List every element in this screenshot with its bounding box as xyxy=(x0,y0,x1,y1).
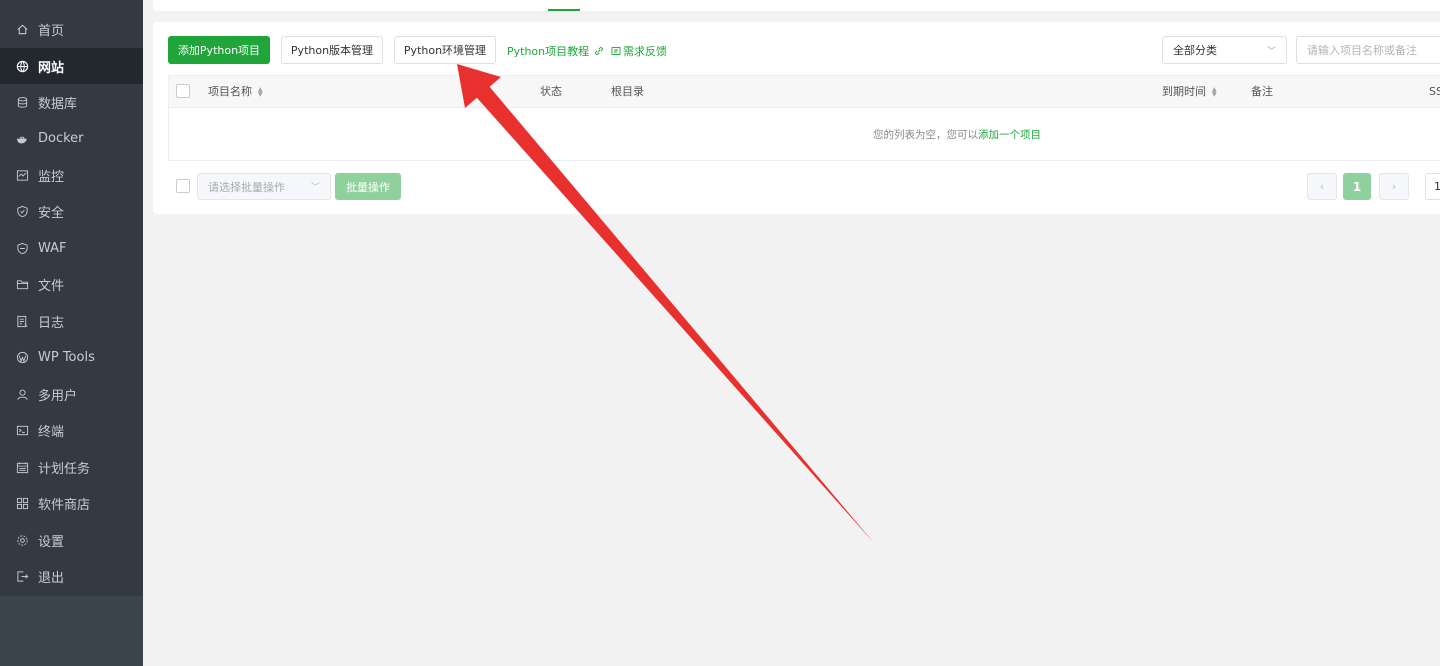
page-size-select[interactable]: 1 xyxy=(1425,173,1440,200)
globe-icon xyxy=(15,59,29,73)
sidebar-item-label: 网站 xyxy=(38,60,65,76)
category-select[interactable]: 全部分类 ﹀ xyxy=(1162,36,1287,64)
sidebar-item-calendar[interactable]: 计划任务 xyxy=(0,449,143,485)
sidebar-item-label: 数据库 xyxy=(38,96,78,112)
sidebar-item-logout[interactable]: 退出 xyxy=(0,558,143,594)
sidebar-item-gear[interactable]: 设置 xyxy=(0,522,143,558)
python-tutorial-link[interactable]: Python项目教程 xyxy=(507,43,604,59)
sort-icon: ▲ ▼ xyxy=(258,86,263,98)
active-tab-indicator xyxy=(548,9,580,11)
batch-operation-select[interactable]: 请选择批量操作 ﹀ xyxy=(197,173,331,200)
category-select-value: 全部分类 xyxy=(1173,44,1217,57)
column-header-root: 根目录 xyxy=(611,76,644,108)
prev-page-button[interactable]: ‹ xyxy=(1307,173,1337,200)
sidebar-item-label: 日志 xyxy=(38,315,65,331)
apps-grid-icon xyxy=(15,496,29,510)
database-icon xyxy=(15,95,29,109)
sidebar-item-terminal[interactable]: 终端 xyxy=(0,412,143,448)
next-page-button[interactable]: › xyxy=(1379,173,1409,200)
sidebar-item-database[interactable]: 数据库 xyxy=(0,84,143,120)
column-status-label: 状态 xyxy=(540,85,562,98)
project-table: 项目名称 ▲ ▼ 状态 根目录 到期时间 ▲ ▼ 备注 SS 您的列表为空，您可以添… xyxy=(168,75,1440,161)
shield-icon xyxy=(15,204,29,218)
sidebar-item-apps-grid[interactable]: 软件商店 xyxy=(0,485,143,521)
select-all-checkbox[interactable] xyxy=(176,84,190,98)
link-icon xyxy=(595,47,603,55)
python-version-manage-button[interactable]: Python版本管理 xyxy=(281,36,383,64)
tutorial-link-label: Python项目教程 xyxy=(507,45,590,58)
users-icon xyxy=(15,387,29,401)
sidebar-item-users[interactable]: 多用户 xyxy=(0,376,143,412)
batch-select-checkbox[interactable] xyxy=(176,179,190,193)
column-header-expire[interactable]: 到期时间 ▲ ▼ xyxy=(1162,76,1217,108)
log-icon xyxy=(15,314,29,328)
sidebar-item-label: WP Tools xyxy=(38,349,95,365)
empty-state: 您的列表为空，您可以 添加一个项目 xyxy=(169,108,1440,160)
waf-shield-icon xyxy=(15,241,29,255)
feedback-icon xyxy=(611,47,621,55)
sidebar-item-label: 计划任务 xyxy=(38,461,91,477)
sidebar-item-label: 监控 xyxy=(38,169,65,185)
sidebar-item-label: 终端 xyxy=(38,424,65,440)
search-input[interactable] xyxy=(1296,36,1440,64)
folder-icon xyxy=(15,277,29,291)
sidebar-item-globe[interactable]: 网站 xyxy=(0,48,143,84)
chevron-down-icon: ﹀ xyxy=(1266,46,1276,57)
top-tab-bar xyxy=(153,0,1440,11)
sort-icon: ▲ ▼ xyxy=(1212,86,1217,98)
feedback-link-label: 需求反馈 xyxy=(623,45,667,58)
sidebar: 首页网站数据库 Docker 监控安全 WAF 文件日志 WP Tools 多用户终端计划任… xyxy=(0,0,143,666)
column-header-name[interactable]: 项目名称 ▲ ▼ xyxy=(208,76,263,108)
sidebar-item-label: 软件商店 xyxy=(38,497,91,513)
feedback-link[interactable]: 需求反馈 xyxy=(611,43,667,59)
column-root-label: 根目录 xyxy=(611,85,644,98)
sidebar-item-monitor[interactable]: 监控 xyxy=(0,157,143,193)
sidebar-item-wordpress[interactable]: WP Tools xyxy=(0,339,143,375)
sidebar-item-label: 多用户 xyxy=(38,388,78,404)
logout-icon xyxy=(15,569,29,583)
sidebar-item-waf-shield[interactable]: WAF xyxy=(0,230,143,266)
sidebar-item-home[interactable]: 首页 xyxy=(0,11,143,47)
sidebar-item-folder[interactable]: 文件 xyxy=(0,266,143,302)
batch-select-placeholder: 请选择批量操作 xyxy=(208,180,285,194)
sidebar-item-shield[interactable]: 安全 xyxy=(0,193,143,229)
monitor-icon xyxy=(15,168,29,182)
sidebar-item-docker[interactable]: Docker xyxy=(0,120,143,156)
terminal-icon xyxy=(15,423,29,437)
column-header-ssl: SS xyxy=(1429,76,1440,108)
batch-operation-button[interactable]: 批量操作 xyxy=(335,173,401,200)
home-icon xyxy=(15,22,29,36)
sidebar-item-label: 文件 xyxy=(38,278,65,294)
wordpress-icon xyxy=(15,350,29,364)
column-remark-label: 备注 xyxy=(1251,85,1273,98)
column-header-status: 状态 xyxy=(540,76,562,108)
add-python-project-button[interactable]: 添加Python项目 xyxy=(168,36,270,64)
sidebar-item-label: 退出 xyxy=(38,570,65,586)
column-expire-label: 到期时间 xyxy=(1162,85,1206,98)
sidebar-item-label: 设置 xyxy=(38,534,65,550)
chevron-down-icon: ﹀ xyxy=(310,183,320,193)
sidebar-item-label: Docker xyxy=(38,130,84,146)
calendar-icon xyxy=(15,460,29,474)
sidebar-item-log[interactable]: 日志 xyxy=(0,303,143,339)
column-ssl-label: SS xyxy=(1429,85,1440,98)
table-header: 项目名称 ▲ ▼ 状态 根目录 到期时间 ▲ ▼ 备注 SS xyxy=(169,76,1440,108)
sidebar-item-label: WAF xyxy=(38,240,67,256)
empty-state-text: 您的列表为空，您可以 xyxy=(873,128,978,141)
python-env-manage-button[interactable]: Python环境管理 xyxy=(394,36,496,64)
add-project-link[interactable]: 添加一个项目 xyxy=(978,127,1041,142)
column-name-label: 项目名称 xyxy=(208,85,252,98)
sidebar-item-label: 首页 xyxy=(38,23,65,39)
docker-icon xyxy=(15,131,29,145)
current-page-button[interactable]: 1 xyxy=(1343,173,1371,200)
sidebar-item-label: 安全 xyxy=(38,205,65,221)
gear-icon xyxy=(15,533,29,547)
column-header-remark: 备注 xyxy=(1251,76,1273,108)
